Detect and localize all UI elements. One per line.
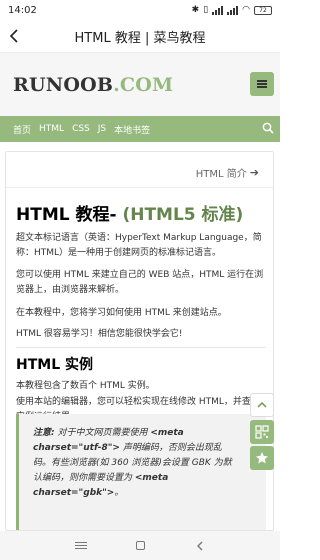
back-button[interactable] <box>0 20 30 52</box>
site-header: RUNOOB.COM <box>0 52 280 116</box>
paragraph-examples: 本教程包含了数百个 HTML 实例。 <box>16 381 155 391</box>
status-icons: ✱ ▯ ◠ 72 <box>192 5 272 15</box>
paragraph-intro: 超文本标记语言（英语：HyperText Markup Language，简称：… <box>16 233 262 258</box>
battery-icon: 72 <box>254 5 272 15</box>
nav-item-js[interactable]: JS <box>98 124 106 134</box>
nav-item-bookmarks[interactable]: 本地书签 <box>114 123 150 136</box>
divider <box>6 187 273 188</box>
app-title-bar: HTML 教程 | 菜鸟教程 <box>0 20 280 52</box>
qr-code-icon <box>255 425 269 439</box>
note-label: 注意: <box>33 428 55 438</box>
vibrate-icon: ▯ <box>203 5 209 15</box>
chevron-up-icon <box>257 401 267 408</box>
section-title: HTML 实例 <box>16 357 93 373</box>
arrow-right-icon: ➔ <box>249 166 259 179</box>
article-heading-sub: (HTML5 标准) <box>122 205 244 225</box>
logo-com: .COM <box>113 74 174 96</box>
system-back-icon[interactable] <box>195 541 205 551</box>
wifi-icon: ◠ <box>242 5 250 15</box>
search-icon[interactable] <box>262 122 274 134</box>
star-icon <box>256 452 268 464</box>
next-page-link[interactable]: HTML 简介 ➔ <box>196 165 259 180</box>
nav-item-home[interactable]: 首页 <box>13 123 31 136</box>
back-arrow-icon <box>9 29 18 43</box>
scroll-top-button[interactable] <box>250 393 274 417</box>
signal-icon <box>212 5 224 15</box>
paragraph-easy: HTML 很容易学习！相信您能很快学会它! <box>16 329 183 339</box>
paragraph-usage: 您可以使用 HTML 来建立自己的 WEB 站点，HTML 运行在浏览器上，由浏… <box>16 270 264 295</box>
bluetooth-icon: ✱ <box>191 5 200 15</box>
menu-icon <box>257 83 267 85</box>
next-page-label: HTML 简介 <box>195 169 247 180</box>
home-icon[interactable] <box>136 541 146 550</box>
battery-level: 72 <box>259 6 267 14</box>
signal-2-icon <box>227 5 239 15</box>
section-divider <box>16 347 266 348</box>
site-logo[interactable]: RUNOOB.COM <box>13 74 173 96</box>
note-text: 注意: 对于中文网页需要使用 <meta charset="utf-8"> 声明… <box>33 426 233 501</box>
note-text-3: 。 <box>114 488 124 498</box>
menu-button[interactable] <box>250 72 274 96</box>
status-time: 14:02 <box>8 4 37 16</box>
article-heading: HTML 教程- (HTML5 标准) <box>16 200 243 225</box>
system-nav-bar <box>0 531 280 560</box>
recent-apps-icon[interactable] <box>74 545 87 546</box>
favorite-button[interactable] <box>250 446 274 470</box>
top-nav: 首页 HTML CSS JS 本地书签 <box>0 116 280 142</box>
status-bar: 14:02 ✱ ▯ ◠ 72 <box>0 0 280 20</box>
content-card: HTML 简介 ➔ HTML 教程- (HTML5 标准) 超文本标记语言（英语… <box>5 151 274 531</box>
qr-code-button[interactable] <box>250 420 274 444</box>
nav-item-html[interactable]: HTML <box>39 124 64 134</box>
note-box: 注意: 对于中文网页需要使用 <meta charset="utf-8"> 声明… <box>16 414 266 530</box>
nav-item-css[interactable]: CSS <box>72 124 90 134</box>
logo-main: RUNOOB <box>13 74 114 96</box>
note-text-1: 对于中文网页需要使用 <box>54 428 151 438</box>
page-title: HTML 教程 | 菜鸟教程 <box>74 30 206 46</box>
paragraph-learn: 在本教程中，您将学习如何使用 HTML 来创建站点。 <box>16 308 227 318</box>
article-heading-main: HTML 教程- <box>16 205 123 225</box>
